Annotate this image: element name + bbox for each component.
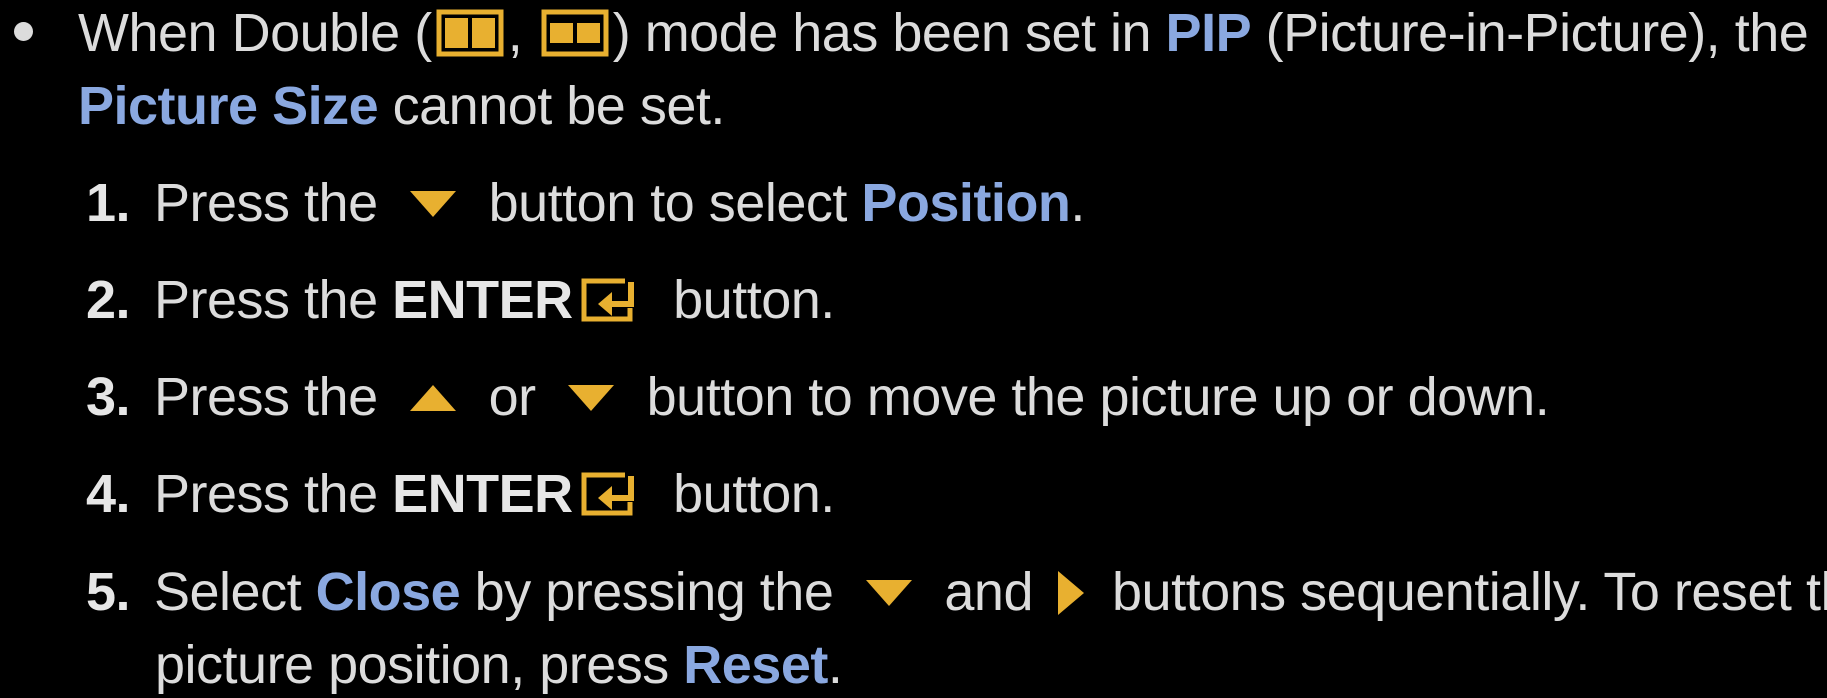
- enter-term: ENTER: [392, 464, 573, 524]
- down-arrow-icon: [410, 191, 456, 217]
- note-text: ) mode has been set in: [613, 3, 1166, 63]
- enter-term: ENTER: [392, 270, 573, 330]
- step-4: 4.Press the ENTER button.: [86, 461, 835, 527]
- step-text: Press the: [154, 464, 392, 524]
- step-text: or: [474, 367, 550, 427]
- step-text: by pressing the: [460, 562, 848, 622]
- position-term: Position: [861, 173, 1070, 233]
- step-text: .: [828, 635, 843, 695]
- step-text: buttons sequentially. To reset the: [1098, 562, 1827, 622]
- note-text: cannot be set.: [378, 76, 725, 136]
- step-number: 5.: [86, 559, 154, 625]
- note-text: (Picture-in-Picture), the: [1251, 3, 1808, 63]
- note-text: When Double (: [78, 3, 432, 63]
- bullet-dot: [14, 22, 33, 41]
- enter-icon: [581, 472, 641, 516]
- step-text: and: [930, 562, 1048, 622]
- step-text: button.: [659, 464, 835, 524]
- pip-term: PIP: [1166, 3, 1252, 63]
- step-number: 2.: [86, 267, 154, 333]
- double-screen-icon: [436, 9, 504, 57]
- picture-size-term: Picture Size: [78, 76, 378, 136]
- note-line-1: When Double (, ) mode has been set in PI…: [78, 0, 1808, 66]
- right-arrow-icon: [1058, 571, 1084, 615]
- step-text: button to move the picture up or down.: [632, 367, 1549, 427]
- enter-icon: [581, 278, 641, 322]
- step-text: button.: [659, 270, 835, 330]
- step-text: picture position, press: [155, 635, 683, 695]
- step-1: 1.Press the button to select Position.: [86, 170, 1085, 236]
- step-text: Select: [154, 562, 316, 622]
- up-arrow-icon: [410, 385, 456, 411]
- step-text: Press the: [154, 367, 392, 427]
- down-arrow-icon: [866, 580, 912, 606]
- step-3: 3.Press the or button to move the pictur…: [86, 364, 1549, 430]
- reset-term: Reset: [683, 635, 828, 695]
- step-text: Press the: [154, 270, 392, 330]
- down-arrow-icon: [568, 385, 614, 411]
- step-5: 5.Select Close by pressing the and butto…: [86, 559, 1827, 625]
- step-text: .: [1070, 173, 1085, 233]
- double-screen-alt-icon: [541, 9, 609, 57]
- note-line-2: Picture Size cannot be set.: [78, 73, 725, 139]
- step-number: 3.: [86, 364, 154, 430]
- step-number: 4.: [86, 461, 154, 527]
- step-number: 1.: [86, 170, 154, 236]
- step-5-continued: picture position, press Reset.: [155, 632, 842, 698]
- step-text: button to select: [474, 173, 861, 233]
- close-term: Close: [316, 562, 461, 622]
- step-text: Press the: [154, 173, 392, 233]
- note-text: ,: [508, 3, 537, 63]
- step-2: 2.Press the ENTER button.: [86, 267, 835, 333]
